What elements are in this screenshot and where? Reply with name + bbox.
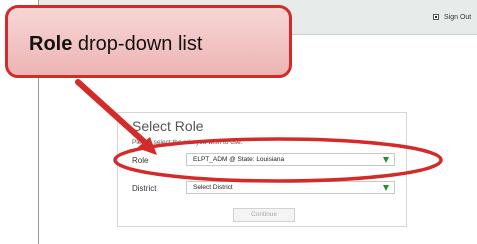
screen: Sign Out Select Role Please select the r… — [0, 0, 477, 244]
annotation-callout: Role drop-down list — [5, 5, 292, 78]
highlight-ellipse — [113, 137, 443, 183]
callout-rest-text: drop-down list — [72, 33, 203, 55]
callout-bold-text: Role — [29, 33, 73, 55]
pointer-arrow-shaft — [75, 79, 153, 150]
callout-text: Role drop-down list — [29, 33, 202, 56]
